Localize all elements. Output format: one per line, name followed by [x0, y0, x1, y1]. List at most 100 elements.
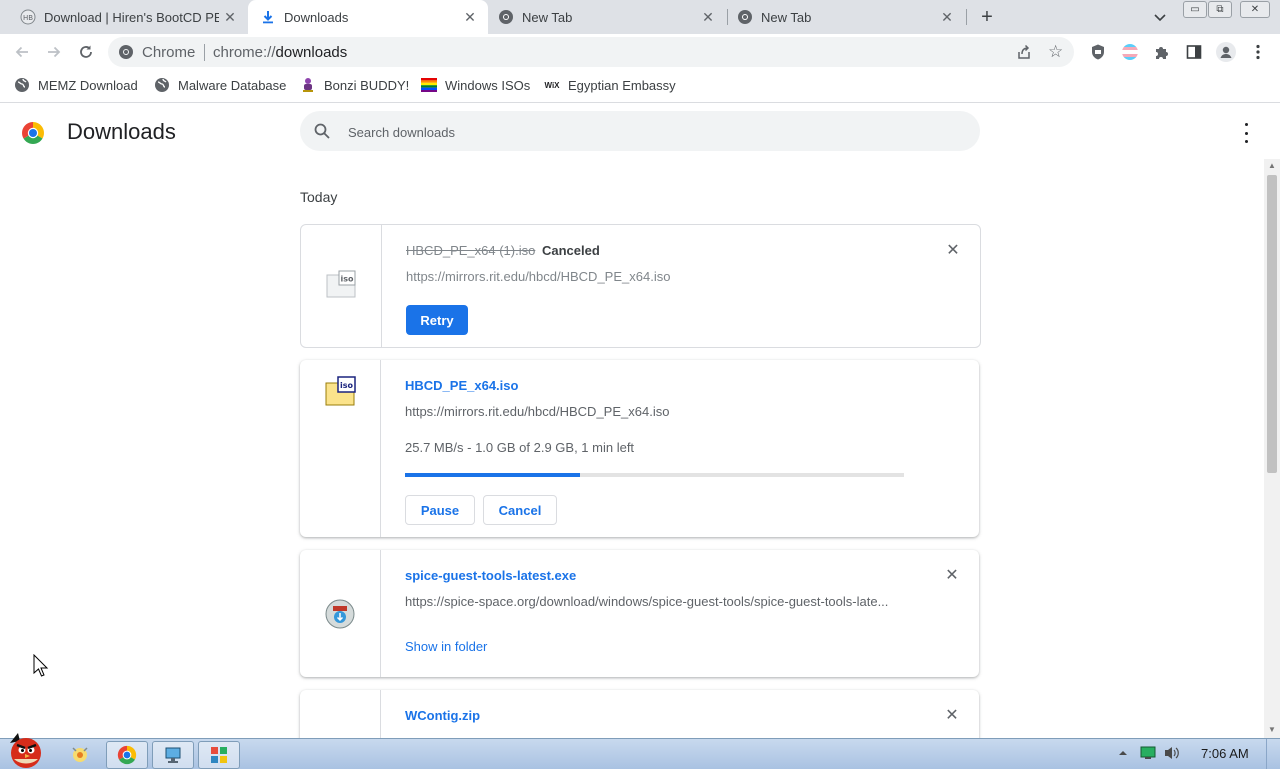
tab-title: New Tab [761, 9, 812, 25]
globe-icon [14, 77, 30, 93]
shield-extension-icon[interactable] [1088, 42, 1108, 62]
new-tab-button[interactable]: + [976, 6, 998, 28]
taskbar-chrome-icon[interactable] [106, 741, 148, 769]
pause-button[interactable]: Pause [405, 495, 475, 525]
scrollbar[interactable]: ▲ ▼ [1264, 159, 1280, 738]
show-in-folder-link[interactable]: Show in folder [405, 639, 487, 654]
tab-downloads[interactable]: Downloads ✕ [248, 0, 488, 34]
tab-close-icon[interactable]: ✕ [222, 9, 238, 25]
bookmark-windows-isos[interactable]: Windows ISOs [421, 77, 530, 93]
omnibox[interactable]: Chrome chrome://downloads ☆ [108, 37, 1074, 67]
window-close-button[interactable]: ✕ [1240, 1, 1270, 18]
omnibox-url[interactable]: chrome://downloads [213, 44, 347, 61]
installer-exe-icon [325, 599, 355, 629]
taskbar-explorer-icon[interactable] [60, 741, 100, 767]
tab-title: Download | Hiren's BootCD PE [44, 9, 219, 25]
flag-extension-icon[interactable] [1120, 42, 1140, 62]
file-url[interactable]: https://mirrors.rit.edu/hbcd/HBCD_PE_x64… [405, 404, 905, 419]
globe-icon [154, 77, 170, 93]
iso-file-icon: iso [326, 270, 356, 298]
chrome-menu-icon[interactable] [1248, 42, 1268, 62]
tray-volume-icon[interactable] [1163, 745, 1181, 766]
reload-button[interactable] [74, 40, 98, 64]
svg-text:iso: iso [341, 275, 355, 284]
back-button[interactable] [10, 40, 34, 64]
tab-close-icon[interactable]: ✕ [700, 9, 716, 25]
remove-close-icon[interactable]: ✕ [944, 708, 960, 724]
omnibox-chrome-label: Chrome [142, 44, 196, 61]
forward-button[interactable] [42, 40, 66, 64]
file-icon-column: iso [300, 360, 381, 537]
forward-arrow-icon [48, 46, 61, 58]
scroll-down-arrow-icon[interactable]: ▼ [1264, 723, 1280, 737]
tab-hirens-bootcd[interactable]: HB Download | Hiren's BootCD PE ✕ [0, 0, 248, 34]
file-icon-column [300, 690, 381, 738]
scrollbar-thumb[interactable] [1267, 175, 1277, 473]
remove-close-icon[interactable]: ✕ [945, 243, 961, 259]
extensions-puzzle-icon[interactable] [1152, 42, 1172, 62]
mouse-cursor-icon [33, 653, 49, 678]
taskbar-network-icon[interactable] [152, 741, 194, 769]
toolbar: Chrome chrome://downloads ☆ [0, 34, 1280, 70]
back-arrow-icon [15, 46, 28, 58]
download-favicon-icon [260, 9, 276, 25]
chrome-favicon-icon [737, 9, 753, 25]
download-item-completed: spice-guest-tools-latest.exe https://spi… [300, 550, 979, 677]
side-panel-icon[interactable] [1184, 42, 1204, 62]
tab-close-icon[interactable]: ✕ [939, 9, 955, 25]
date-section-header: Today [300, 189, 338, 205]
chrome-page-icon[interactable] [118, 44, 134, 60]
chrome-favicon-icon [498, 9, 514, 25]
tab-search-chevron-down-icon[interactable] [1152, 9, 1168, 25]
search-input[interactable] [346, 121, 950, 143]
search-icon [314, 123, 330, 139]
start-button-angry-bird-icon[interactable] [4, 729, 48, 769]
rainbow-flag-icon [421, 77, 437, 93]
minimize-button[interactable]: ▭ [1183, 1, 1207, 18]
file-url[interactable]: https://mirrors.rit.edu/hbcd/HBCD_PE_x64… [406, 269, 906, 284]
remove-close-icon[interactable]: ✕ [944, 568, 960, 584]
downloads-page: Downloads Today iso HBCD_PE_x64 (1).iso … [0, 103, 1280, 738]
hirens-favicon-icon: HB [20, 9, 36, 25]
download-item-canceled: iso HBCD_PE_x64 (1).iso Canceled https:/… [300, 224, 981, 348]
cancel-button[interactable]: Cancel [483, 495, 557, 525]
bonzi-gorilla-icon [300, 77, 316, 93]
file-icon-column: iso [301, 225, 382, 347]
svg-text:HB: HB [23, 14, 33, 22]
download-status: Canceled [542, 243, 600, 258]
file-name[interactable]: HBCD_PE_x64.iso [405, 378, 518, 393]
progress-bar [405, 473, 904, 477]
more-actions-menu-icon[interactable] [1236, 123, 1256, 143]
bookmark-bonzi-buddy[interactable]: Bonzi BUDDY! [300, 77, 409, 93]
restore-button[interactable]: ⧉ [1208, 1, 1232, 18]
tray-expand-arrow-icon[interactable] [1117, 745, 1129, 766]
tab-new-tab-2[interactable]: New Tab ✕ [727, 0, 965, 34]
file-name[interactable]: WContig.zip [405, 708, 480, 723]
taskbar-windows-app-icon[interactable] [198, 741, 240, 769]
file-url[interactable]: https://spice-space.org/download/windows… [405, 594, 905, 609]
iso-file-icon: iso [325, 376, 356, 406]
tab-new-tab-1[interactable]: New Tab ✕ [488, 0, 726, 34]
tab-close-icon[interactable]: ✕ [462, 9, 478, 25]
retry-button[interactable]: Retry [406, 305, 468, 335]
profile-avatar-icon[interactable] [1216, 42, 1236, 62]
file-name[interactable]: spice-guest-tools-latest.exe [405, 568, 576, 583]
wix-logo-icon: WiX [544, 80, 560, 90]
chrome-logo-icon [21, 121, 45, 145]
search-box[interactable] [300, 111, 980, 151]
download-item-in-progress: iso HBCD_PE_x64.iso https://mirrors.rit.… [300, 360, 979, 537]
svg-text:iso: iso [340, 381, 354, 390]
bookmark-memz-download[interactable]: MEMZ Download [14, 77, 138, 93]
taskbar: 7:06 AM [0, 733, 1280, 769]
bookmark-malware-database[interactable]: Malware Database [154, 77, 286, 93]
share-icon[interactable] [1016, 44, 1032, 60]
omnibox-separator [204, 44, 205, 61]
tray-network-icon[interactable] [1139, 745, 1157, 766]
bookmark-star-icon[interactable]: ☆ [1048, 42, 1063, 62]
scroll-up-arrow-icon[interactable]: ▲ [1264, 159, 1280, 173]
show-desktop-button[interactable] [1266, 739, 1280, 769]
tab-title: New Tab [522, 9, 573, 25]
file-icon-column [300, 550, 381, 677]
taskbar-clock[interactable]: 7:06 AM [1201, 746, 1249, 761]
bookmark-egyptian-embassy[interactable]: WiX Egyptian Embassy [544, 77, 675, 93]
